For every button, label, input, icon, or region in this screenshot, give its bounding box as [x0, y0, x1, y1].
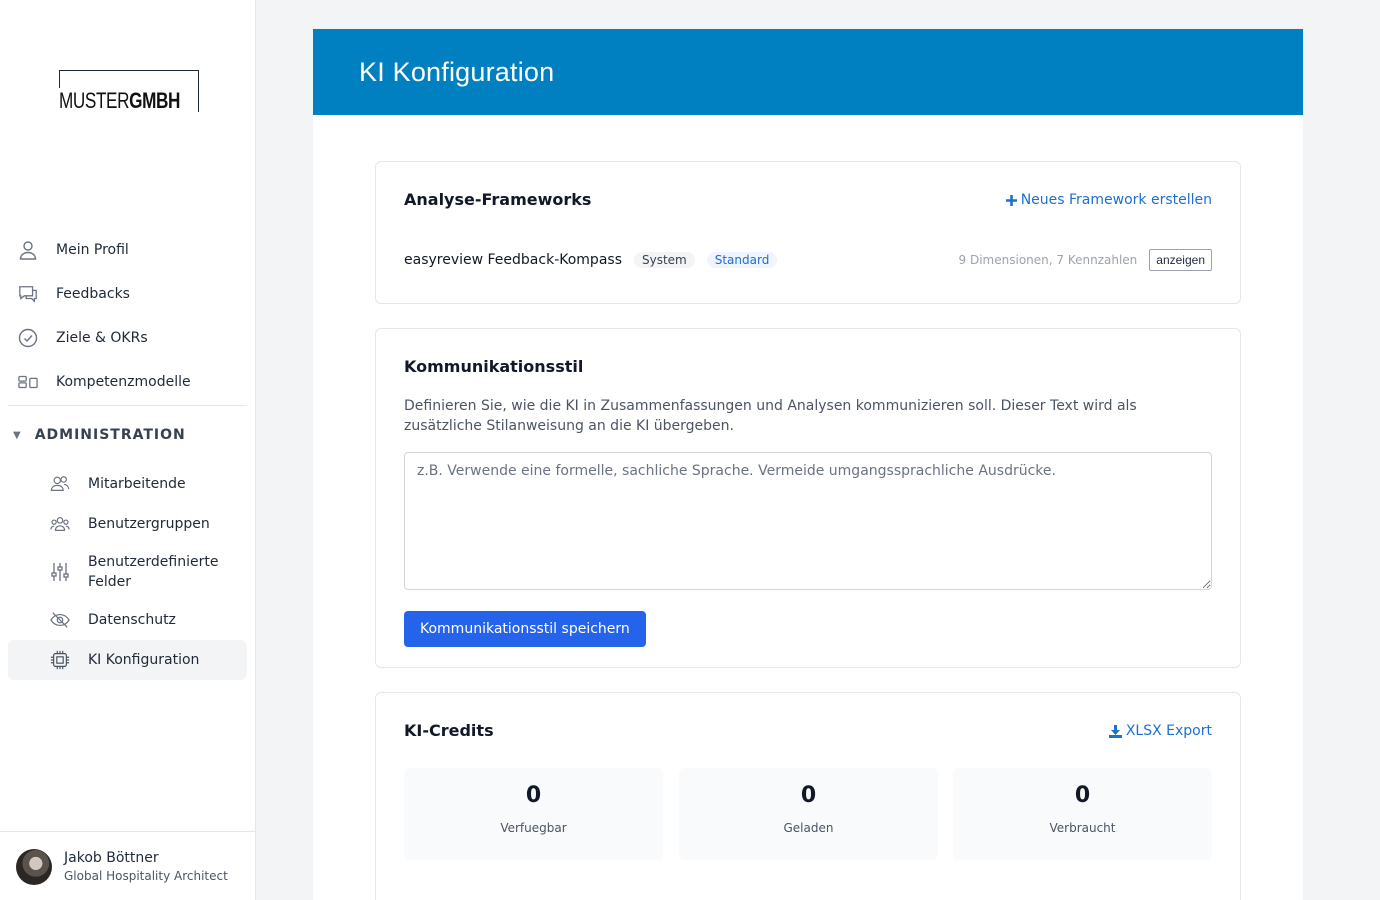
sidebar-item-ki-konfiguration[interactable]: KI Konfiguration [8, 640, 247, 680]
stat-label: Geladen [783, 821, 834, 835]
credits-card: KI-Credits XLSX Export 0 Verfuegbar 0 Ge… [375, 692, 1241, 900]
sidebar-item-mein-profil[interactable]: Mein Profil [8, 228, 247, 272]
sidebar-item-label: KI Konfiguration [88, 652, 200, 668]
framework-name: easyreview Feedback-Kompass [404, 252, 622, 268]
sidebar-item-label: Datenschutz [88, 612, 176, 628]
download-icon [1108, 724, 1122, 738]
communication-style-title: Kommunikationsstil [404, 357, 584, 376]
stat-label: Verbraucht [1049, 821, 1116, 835]
credit-stat-verfuegbar: 0 Verfuegbar [404, 768, 663, 860]
communication-style-input[interactable] [404, 452, 1212, 590]
system-badge: System [633, 252, 695, 268]
user-icon [18, 240, 38, 260]
sliders-icon [50, 562, 70, 582]
chat-icon [18, 284, 38, 304]
credit-stat-geladen: 0 Geladen [679, 768, 938, 860]
create-framework-label: Neues Framework erstellen [1020, 192, 1212, 208]
sidebar-item-benutzerdefinierte-felder[interactable]: Benutzerdefinierte Felder [8, 544, 247, 600]
user-group-icon [50, 514, 70, 534]
frameworks-card: Analyse-Frameworks Neues Framework erste… [375, 161, 1241, 304]
user-role: Global Hospitality Architect [64, 869, 228, 883]
sidebar-item-label: Mitarbeitende [88, 476, 186, 492]
stat-value: 0 [800, 783, 817, 808]
sidebar-item-label: Benutzergruppen [88, 516, 210, 532]
xlsx-export-label: XLSX Export [1125, 723, 1212, 739]
sidebar-item-label: Kompetenzmodelle [56, 374, 191, 390]
create-framework-link[interactable]: Neues Framework erstellen [1005, 192, 1212, 208]
sidebar-item-datenschutz[interactable]: Datenschutz [8, 600, 247, 640]
communication-style-card: Kommunikationsstil Definieren Sie, wie d… [375, 328, 1241, 668]
stat-label: Verfuegbar [500, 821, 567, 835]
blocks-icon [18, 372, 38, 392]
admin-section-toggle[interactable]: ▼ ADMINISTRATION [8, 406, 247, 464]
eye-off-icon [50, 610, 70, 630]
sidebar-item-mitarbeitende[interactable]: Mitarbeitende [8, 464, 247, 504]
sidebar-item-label: Feedbacks [56, 286, 130, 302]
page-header: KI Konfiguration [313, 29, 1303, 115]
avatar [16, 849, 52, 885]
save-communication-style-button[interactable]: Kommunikationsstil speichern [404, 611, 646, 647]
credit-stat-verbraucht: 0 Verbraucht [953, 768, 1212, 860]
frameworks-title: Analyse-Frameworks [404, 190, 592, 209]
sidebar-item-ziele[interactable]: Ziele & OKRs [8, 316, 247, 360]
sidebar-item-kompetenzmodelle[interactable]: Kompetenzmodelle [8, 360, 247, 404]
main-panel: KI Konfiguration Analyse-Frameworks Neue… [313, 29, 1303, 900]
stat-value: 0 [525, 783, 542, 808]
check-circle-icon [18, 328, 38, 348]
admin-section-label: ADMINISTRATION [34, 427, 186, 443]
sidebar-item-label: Ziele & OKRs [56, 330, 148, 346]
sidebar-item-feedbacks[interactable]: Feedbacks [8, 272, 247, 316]
users-icon [50, 474, 70, 494]
framework-row: easyreview Feedback-Kompass System Stand… [404, 248, 1212, 272]
standard-badge: Standard [706, 252, 778, 268]
cpu-icon [50, 650, 70, 670]
caret-down-icon: ▼ [13, 429, 22, 441]
sidebar-nav: Mein Profil Feedbacks Ziele & OKRs Kompe… [8, 228, 247, 680]
xlsx-export-link[interactable]: XLSX Export [1108, 723, 1212, 739]
sidebar-item-label: Mein Profil [56, 242, 129, 258]
show-framework-button[interactable]: anzeigen [1149, 249, 1212, 271]
sidebar-item-label: Benutzerdefinierte Felder [88, 554, 219, 590]
communication-style-description: Definieren Sie, wie die KI in Zusammenfa… [404, 398, 1137, 434]
framework-meta: 9 Dimensionen, 7 Kennzahlen [958, 253, 1138, 267]
user-name: Jakob Böttner [64, 850, 159, 866]
stat-value: 0 [1074, 783, 1091, 808]
page-title: KI Konfiguration [359, 56, 555, 87]
plus-icon [1005, 194, 1017, 206]
sidebar-item-benutzergruppen[interactable]: Benutzergruppen [8, 504, 247, 544]
sidebar: MUSTERGMBH Mein Profil Feedbacks Ziele &… [0, 0, 256, 900]
user-profile[interactable]: Jakob Böttner Global Hospitality Archite… [0, 831, 256, 900]
company-logo[interactable]: MUSTERGMBH [59, 88, 184, 114]
credits-title: KI-Credits [404, 721, 494, 740]
